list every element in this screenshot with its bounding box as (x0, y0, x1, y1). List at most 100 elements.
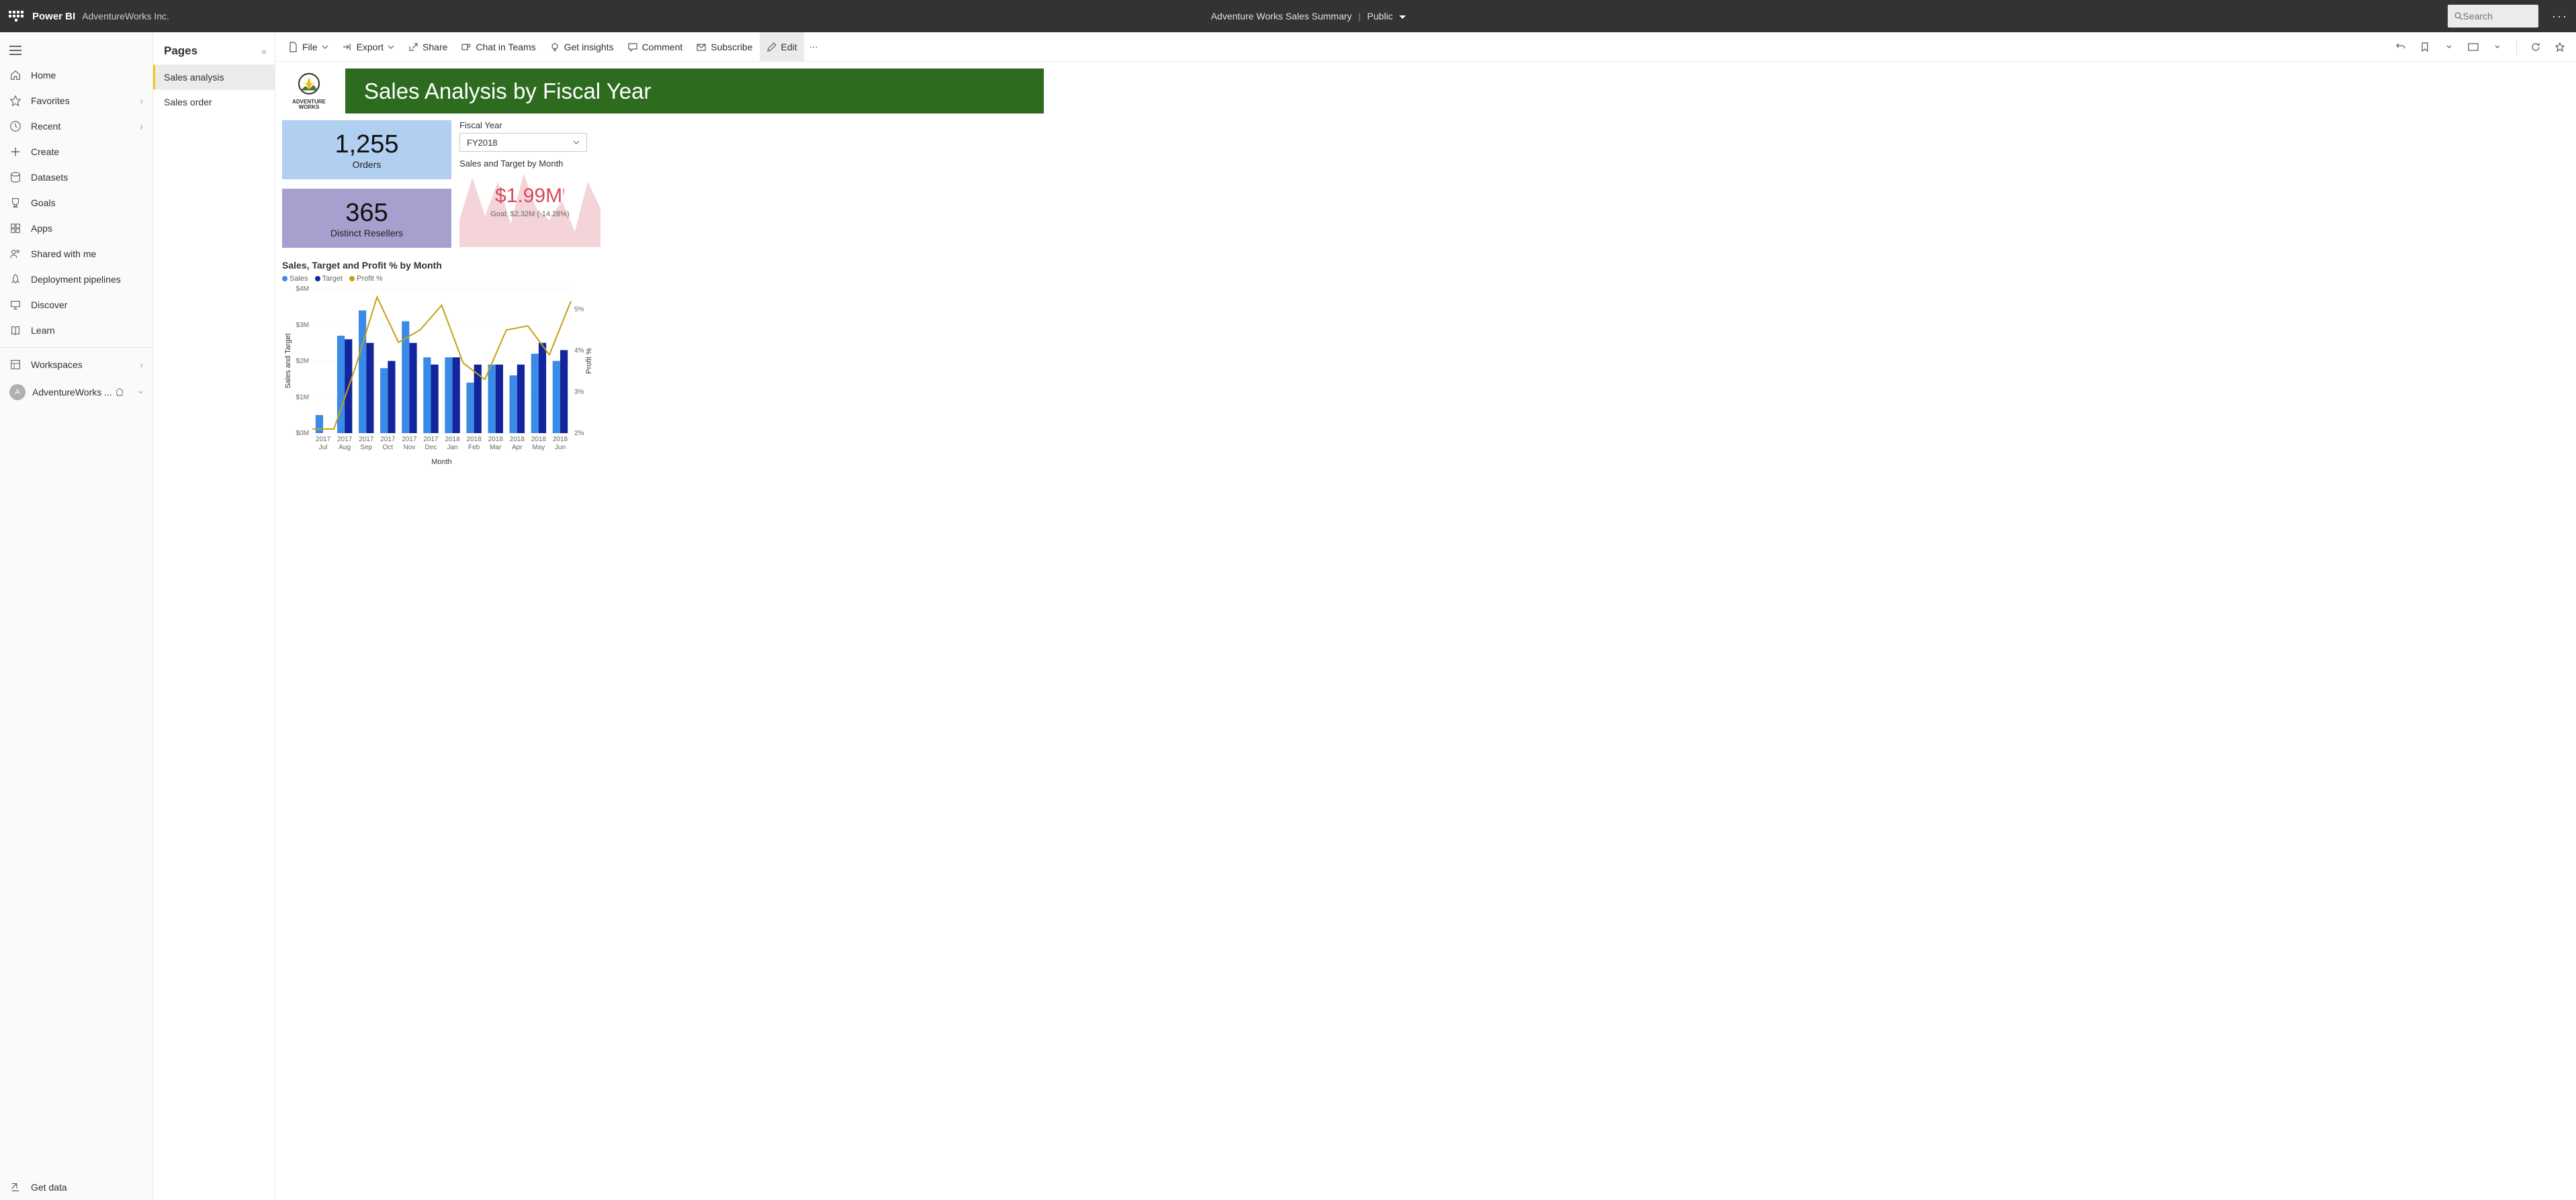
share-button[interactable]: Share (401, 32, 454, 62)
brand-label: Power BI (32, 11, 75, 22)
kpi-value: $1.99M! (459, 185, 601, 207)
database-icon (9, 171, 21, 183)
org-label: AdventureWorks Inc. (82, 11, 169, 21)
collapse-pages-button[interactable]: « (261, 46, 264, 56)
app-launcher-icon[interactable] (8, 8, 24, 24)
nav-discover[interactable]: Discover (0, 292, 152, 318)
nav-datasets[interactable]: Datasets (0, 165, 152, 190)
share-icon (408, 42, 418, 52)
trophy-icon (9, 197, 21, 209)
premium-icon (115, 387, 124, 397)
chart-title: Sales, Target and Profit % by Month (282, 260, 598, 271)
book-icon (9, 324, 21, 336)
nav-current-workspace[interactable]: AAdventureWorks ...› (0, 377, 152, 407)
nav-apps[interactable]: Apps (0, 216, 152, 241)
refresh-icon (2530, 42, 2541, 52)
file-menu[interactable]: File (281, 32, 335, 62)
svg-text:Nov: Nov (403, 444, 415, 451)
breadcrumb[interactable]: Adventure Works Sales Summary | Public (169, 11, 2448, 21)
mail-icon (696, 42, 707, 52)
view-dropdown[interactable] (2487, 36, 2508, 58)
chat-teams-button[interactable]: Chat in Teams (454, 32, 542, 62)
bookmark-icon (2420, 42, 2430, 52)
export-icon (342, 42, 353, 52)
svg-text:$3M: $3M (296, 322, 309, 329)
combo-chart[interactable]: Sales, Target and Profit % by Month Sale… (282, 260, 598, 469)
comment-button[interactable]: Comment (621, 32, 690, 62)
orders-card[interactable]: 1,255 Orders (282, 120, 451, 179)
fiscal-year-slicer[interactable]: FY2018 (459, 133, 587, 152)
orders-value: 1,255 (335, 130, 398, 159)
workspaces-icon (9, 359, 21, 371)
nav-favorites[interactable]: Favorites› (0, 88, 152, 113)
search-input[interactable] (2448, 5, 2538, 28)
chevron-down-icon (322, 45, 328, 49)
chevron-down-icon: › (136, 391, 147, 394)
star-icon (9, 95, 21, 107)
svg-text:2017: 2017 (359, 436, 374, 443)
svg-text:2018: 2018 (467, 436, 482, 443)
search-icon (2454, 11, 2462, 21)
sales-target-kpi[interactable]: $1.99M! Goal: $2.32M (-14.28%) (459, 170, 601, 247)
page-tab[interactable]: Sales analysis (153, 64, 275, 89)
chevron-down-icon (1399, 15, 1406, 19)
cmdbar-more-button[interactable]: ··· (804, 42, 824, 52)
nav-collapse-button[interactable] (0, 40, 152, 62)
undo-icon (2395, 42, 2406, 52)
plus-icon (9, 146, 21, 158)
bookmark-dropdown[interactable] (2438, 36, 2460, 58)
nav-workspaces[interactable]: Workspaces› (0, 352, 152, 377)
star-icon (2555, 42, 2565, 52)
left-nav: Home Favorites› Recent› Create Datasets … (0, 32, 153, 1200)
bulb-icon (549, 42, 560, 52)
view-button[interactable] (2462, 36, 2484, 58)
page-tab[interactable]: Sales order (153, 89, 275, 114)
svg-text:$2M: $2M (296, 358, 309, 365)
resellers-label: Distinct Resellers (330, 228, 403, 238)
svg-text:$4M: $4M (296, 285, 309, 293)
nav-pipelines[interactable]: Deployment pipelines (0, 267, 152, 292)
pages-panel: Pages « Sales analysisSales order (153, 32, 275, 1200)
insights-button[interactable]: Get insights (543, 32, 621, 62)
svg-text:4%: 4% (574, 347, 584, 355)
nav-recent[interactable]: Recent› (0, 113, 152, 139)
svg-text:Jun: Jun (555, 444, 566, 451)
favorite-button[interactable] (2549, 36, 2571, 58)
svg-text:Mar: Mar (490, 444, 502, 451)
file-icon (287, 42, 298, 52)
clock-icon (9, 120, 21, 132)
svg-text:Oct: Oct (383, 444, 394, 451)
svg-text:Apr: Apr (512, 444, 523, 451)
kpi-goal: Goal: $2.32M (-14.28%) (459, 210, 601, 218)
resellers-card[interactable]: 365 Distinct Resellers (282, 189, 451, 248)
svg-text:5%: 5% (574, 306, 584, 314)
more-options-button[interactable]: ··· (2552, 9, 2568, 24)
pencil-icon (766, 42, 777, 52)
aw-logo: ADVENTURE WORKS (282, 68, 336, 113)
refresh-button[interactable] (2525, 36, 2546, 58)
home-icon (9, 69, 21, 81)
resellers-value: 365 (345, 199, 388, 228)
nav-learn[interactable]: Learn (0, 318, 152, 343)
edit-button[interactable]: Edit (760, 32, 804, 62)
chevron-right-icon: › (140, 95, 143, 106)
chevron-right-icon: › (140, 359, 143, 370)
teams-icon (461, 42, 472, 52)
nav-create[interactable]: Create (0, 139, 152, 165)
subscribe-button[interactable]: Subscribe (689, 32, 759, 62)
nav-goals[interactable]: Goals (0, 190, 152, 216)
reset-button[interactable] (2390, 36, 2411, 58)
chevron-down-icon (573, 140, 580, 144)
command-bar: File Export Share Chat in Teams Get insi… (275, 32, 2576, 62)
bookmark-button[interactable] (2414, 36, 2436, 58)
export-menu[interactable]: Export (335, 32, 401, 62)
nav-home[interactable]: Home (0, 62, 152, 88)
nav-shared[interactable]: Shared with me (0, 241, 152, 267)
svg-text:2018: 2018 (553, 436, 568, 443)
svg-text:Dec: Dec (425, 444, 437, 451)
search-field[interactable] (2463, 11, 2532, 21)
nav-get-data[interactable]: Get data (0, 1174, 152, 1200)
report-title: Sales Analysis by Fiscal Year (345, 68, 1044, 113)
spark-title: Sales and Target by Month (459, 158, 601, 169)
workspace-avatar: A (9, 384, 26, 400)
